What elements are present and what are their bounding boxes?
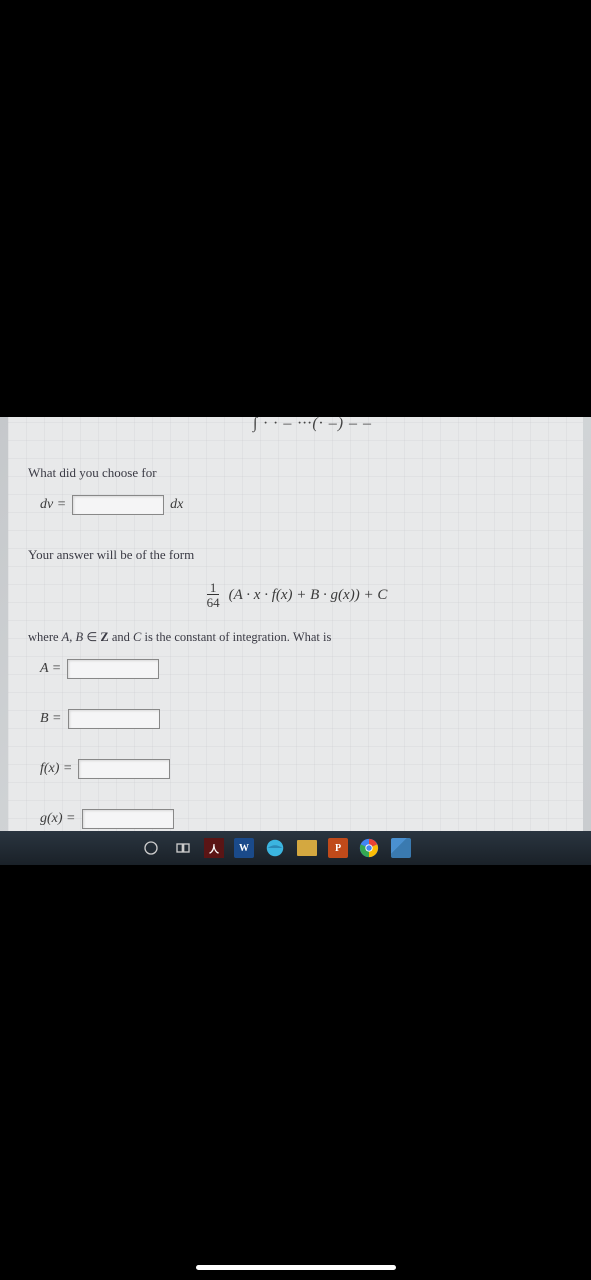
file-explorer-icon[interactable] [296, 837, 318, 859]
b-input[interactable] [68, 709, 160, 729]
a-row: A = [40, 659, 563, 679]
answer-formula: 1 64 (A · x · f(x) + B · g(x)) + C [28, 581, 563, 609]
fx-label: f(x) = [40, 761, 72, 777]
worksheet-page: ∫ · · – ···(· –) – – What did you choose… [8, 417, 583, 837]
windows-taskbar: 人 W P [0, 831, 591, 865]
adobe-reader-icon[interactable]: 人 [204, 838, 224, 858]
word-icon[interactable]: W [234, 838, 254, 858]
a-label: A = [40, 661, 61, 677]
gx-input[interactable] [82, 809, 174, 829]
gx-label: g(x) = [40, 811, 76, 827]
screen-content: ∫ · · – ···(· –) – – What did you choose… [0, 417, 591, 865]
b-label: B = [40, 711, 62, 727]
where-text: where A, B ∈ Z and C is the constant of … [28, 629, 563, 645]
dv-input[interactable] [72, 495, 164, 515]
chrome-icon[interactable] [358, 837, 380, 859]
edge-icon[interactable] [264, 837, 286, 859]
gx-row: g(x) = [40, 809, 563, 829]
dx-label: dx [170, 497, 183, 513]
home-indicator[interactable] [196, 1265, 396, 1270]
question-choose-for: What did you choose for [28, 465, 563, 481]
integral-fragment: ∫ · · – ···(· –) – – [253, 417, 372, 433]
dv-row: dv = dx [40, 495, 563, 515]
a-input[interactable] [67, 659, 159, 679]
b-row: B = [40, 709, 563, 729]
task-view-icon[interactable] [172, 837, 194, 859]
powerpoint-icon[interactable]: P [328, 838, 348, 858]
dv-label: dv = [40, 497, 66, 513]
form-intro: Your answer will be of the form [28, 547, 563, 563]
formula-body: (A · x · f(x) + B · g(x)) + C [229, 587, 388, 604]
fx-input[interactable] [78, 759, 170, 779]
photos-icon[interactable] [390, 837, 412, 859]
fx-row: f(x) = [40, 759, 563, 779]
fraction-1-64: 1 64 [204, 581, 223, 609]
cortana-icon[interactable] [140, 837, 162, 859]
